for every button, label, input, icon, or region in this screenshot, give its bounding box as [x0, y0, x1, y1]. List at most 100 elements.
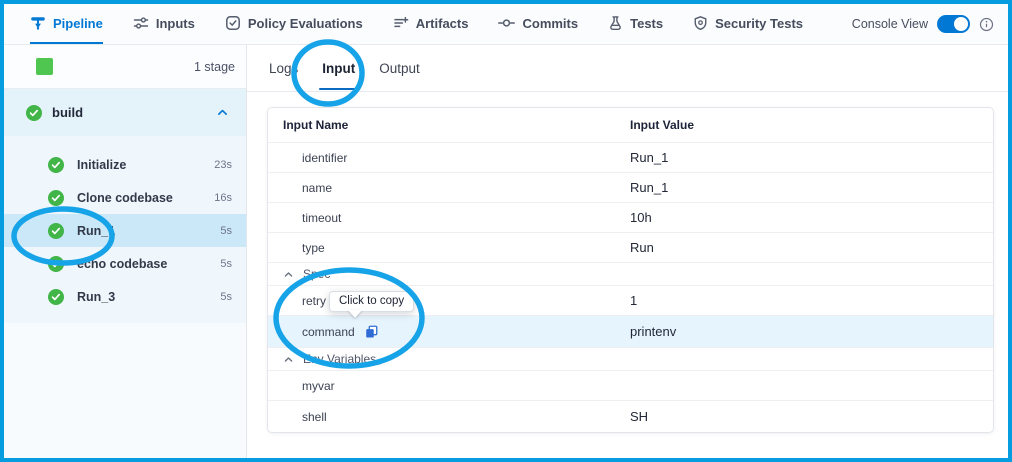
top-nav-tab-policy-evaluations[interactable]: Policy Evaluations — [225, 4, 363, 44]
input-name-cell: Spec — [268, 267, 630, 281]
input-value-cell: Run — [630, 240, 654, 255]
policy-evaluations-icon — [225, 15, 241, 31]
step-label: Initialize — [77, 158, 126, 172]
input-table-rows: identifierRun_1nameRun_1timeout10htypeRu… — [268, 142, 993, 432]
input-table: Input Name Input Value identifierRun_1na… — [267, 107, 994, 433]
chevron-up-icon — [283, 269, 294, 280]
step-item-initialize[interactable]: Initialize23s — [4, 148, 246, 181]
step-item-clone-codebase[interactable]: Clone codebase 16s — [4, 181, 246, 214]
section-label: Spec — [303, 267, 330, 281]
stage-sidebar: 1 stage build Initialize23sClone codebas… — [4, 45, 247, 458]
step-label: echo codebase — [77, 257, 167, 271]
step-item-run-1[interactable]: Run_1 5s — [4, 214, 246, 247]
top-nav-tab-label: Pipeline — [53, 16, 103, 31]
input-name-cell: Env Variables — [268, 352, 630, 366]
console-view-label: Console View — [852, 17, 928, 31]
step-details-panel: Logs Input Output Input Name Input Value i… — [247, 45, 1008, 458]
input-value-cell: Run_1 — [630, 150, 668, 165]
input-name-label: command — [302, 325, 355, 339]
input-name-cell: command — [268, 324, 630, 339]
input-row-type: type Run — [268, 232, 993, 262]
content-area: 1 stage build Initialize23sClone codebas… — [4, 45, 1008, 458]
top-nav-tab-label: Policy Evaluations — [248, 16, 363, 31]
stage-count-label: 1 stage — [194, 60, 235, 74]
input-row-command: command printenv — [268, 315, 993, 347]
input-value-cell: Run_1 — [630, 180, 668, 195]
app-window: Pipeline Inputs Policy Evaluations Artifact… — [4, 4, 1008, 458]
input-name-cell: retry — [268, 294, 630, 308]
input-name-cell: type — [268, 241, 630, 255]
top-nav-tabs: Pipeline Inputs Policy Evaluations Artifact… — [30, 4, 833, 44]
input-row-myvar: myvar — [268, 370, 993, 400]
detail-tab-logs[interactable]: Logs — [267, 45, 300, 91]
stage-group-label: build — [52, 105, 83, 120]
step-list: Initialize23sClone codebase16sRun_15sech… — [4, 136, 246, 323]
step-label: Run_1 — [77, 224, 115, 238]
artifacts-icon — [393, 15, 409, 31]
input-name-label: name — [302, 181, 332, 195]
input-name-cell: identifier — [268, 151, 630, 165]
copy-icon[interactable] — [364, 324, 379, 339]
section-row-env-variables[interactable]: Env Variables — [268, 347, 993, 370]
success-check-icon — [48, 223, 64, 239]
top-nav-tab-pipeline[interactable]: Pipeline — [30, 4, 103, 44]
copy-tooltip-label: Click to copy — [339, 295, 404, 307]
input-name-label: identifier — [302, 151, 347, 165]
success-check-icon — [26, 105, 42, 121]
top-nav-tab-inputs[interactable]: Inputs — [133, 4, 195, 44]
step-duration: 5s — [220, 291, 232, 303]
copy-tooltip: Click to copy — [329, 291, 414, 312]
top-nav-tab-tests[interactable]: Tests — [608, 4, 663, 44]
step-duration: 5s — [220, 225, 232, 237]
step-item-run-3[interactable]: Run_3 5s — [4, 280, 246, 313]
section-row-spec[interactable]: Spec — [268, 262, 993, 285]
top-nav-tab-label: Artifacts — [416, 16, 469, 31]
input-value-cell: 1 — [630, 293, 637, 308]
step-duration: 5s — [220, 258, 232, 270]
input-name-label: shell — [302, 410, 327, 424]
success-check-icon — [48, 289, 64, 305]
input-name-cell: myvar — [268, 379, 630, 393]
step-duration: 16s — [214, 192, 232, 204]
step-item-echo-codebase[interactable]: echo codebase 5s — [4, 247, 246, 280]
detail-tab-output[interactable]: Output — [377, 45, 422, 91]
tests-icon — [608, 15, 623, 31]
pipeline-icon — [30, 15, 46, 31]
step-label: Clone codebase — [77, 191, 173, 205]
chevron-up-icon — [283, 354, 294, 365]
info-icon[interactable] — [979, 17, 994, 32]
input-value-cell: printenv — [630, 324, 676, 339]
top-navigation-bar: Pipeline Inputs Policy Evaluations Artifact… — [4, 4, 1008, 45]
top-nav-tab-commits[interactable]: Commits — [498, 4, 578, 44]
section-label: Env Variables — [303, 352, 376, 366]
success-check-icon — [48, 190, 64, 206]
input-table-header: Input Name Input Value — [268, 108, 993, 142]
commits-icon — [498, 15, 515, 31]
success-check-icon — [48, 256, 64, 272]
input-name-label: type — [302, 241, 325, 255]
pipeline-execution-page: { "colors": { "accent_blue": "#0278d5", … — [0, 0, 1012, 462]
detail-tab-input[interactable]: Input — [320, 45, 357, 91]
column-header-input-value: Input Value — [630, 118, 694, 132]
top-nav-tab-label: Security Tests — [715, 16, 803, 31]
step-label: Run_3 — [77, 290, 115, 304]
stage-status-square — [36, 58, 53, 75]
console-view-toggle[interactable] — [937, 15, 970, 33]
stage-group-build[interactable]: build — [4, 89, 246, 136]
input-name-cell: shell — [268, 410, 630, 424]
column-header-input-name: Input Name — [268, 118, 630, 132]
input-row-identifier: identifier Run_1 — [268, 142, 993, 172]
chevron-up-icon[interactable] — [216, 106, 229, 119]
top-nav-tab-artifacts[interactable]: Artifacts — [393, 4, 469, 44]
detail-tabs: Logs Input Output — [247, 45, 1008, 92]
input-value-cell: 10h — [630, 210, 652, 225]
input-row-name: name Run_1 — [268, 172, 993, 202]
stage-summary-bar: 1 stage — [4, 45, 246, 89]
success-check-icon — [48, 157, 64, 173]
top-nav-tab-label: Commits — [522, 16, 578, 31]
input-name-cell: name — [268, 181, 630, 195]
security-tests-icon — [693, 15, 708, 31]
input-row-timeout: timeout10h — [268, 202, 993, 232]
top-nav-tab-security-tests[interactable]: Security Tests — [693, 4, 803, 44]
top-nav-tab-label: Tests — [630, 16, 663, 31]
